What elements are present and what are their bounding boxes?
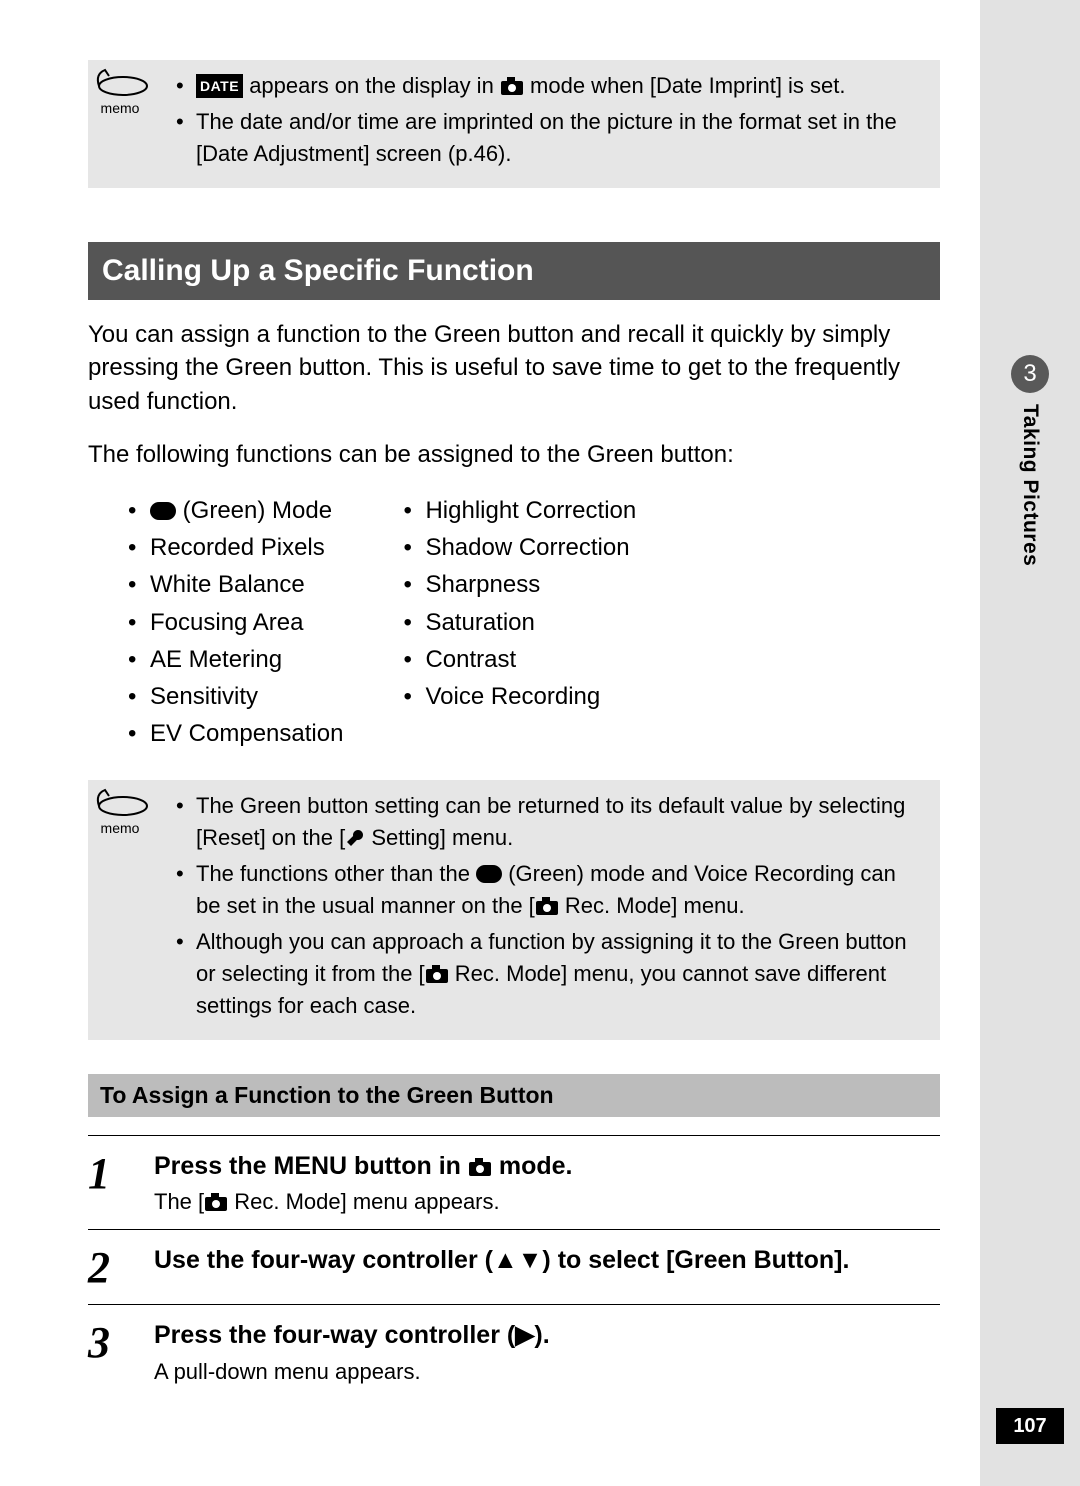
camera-icon xyxy=(425,964,449,984)
function-list-left: (Green) Mode Recorded Pixels White Balan… xyxy=(128,492,343,752)
side-tab-strip: 3 Taking Pictures 107 xyxy=(980,0,1080,1486)
memo-label: memo xyxy=(101,100,140,116)
list-item: Contrast xyxy=(403,641,636,678)
step-description: The [ Rec. Mode] menu appears. xyxy=(154,1189,936,1215)
camera-icon xyxy=(468,1157,492,1177)
sub-heading: To Assign a Function to the Green Button xyxy=(88,1074,940,1117)
memo-icon: memo xyxy=(84,786,156,838)
list-item: AE Metering xyxy=(128,641,343,678)
list-item: Highlight Correction xyxy=(403,492,636,529)
memo-top-item-1: DATE appears on the display in mode when… xyxy=(176,70,920,102)
function-list-right: Highlight Correction Shadow Correction S… xyxy=(403,492,636,752)
list-item: White Balance xyxy=(128,566,343,603)
step-number: 3 xyxy=(88,1319,154,1385)
memo-box-middle: memo The Green button setting can be ret… xyxy=(88,780,940,1039)
list-item: (Green) Mode xyxy=(128,492,343,529)
memo-mid-item-3: Although you can approach a function by … xyxy=(176,926,920,1022)
memo-mid-item-2: The functions other than the (Green) mod… xyxy=(176,858,920,922)
chapter-title-vertical: Taking Pictures xyxy=(1018,404,1042,566)
camera-icon xyxy=(500,76,524,96)
memo-mid-item-1: The Green button setting can be returned… xyxy=(176,790,920,854)
green-mode-icon xyxy=(476,865,502,883)
step-title: Press the four-way controller (▶). xyxy=(154,1319,936,1353)
step-number: 2 xyxy=(88,1244,154,1290)
memo-label: memo xyxy=(101,820,140,836)
memo-top-item-2: The date and/or time are imprinted on th… xyxy=(176,106,920,170)
step-2: 2 Use the four-way controller (▲▼) to se… xyxy=(88,1229,940,1304)
page-number-box: 107 xyxy=(996,1408,1064,1444)
memo-icon: memo xyxy=(84,66,156,118)
list-item: Voice Recording xyxy=(403,678,636,715)
step-number: 1 xyxy=(88,1150,154,1216)
section-heading: Calling Up a Specific Function xyxy=(88,242,940,300)
camera-icon xyxy=(204,1192,228,1212)
step-1: 1 Press the MENU button in mode. The [ R… xyxy=(88,1135,940,1230)
date-badge-icon: DATE xyxy=(196,74,243,98)
step-3: 3 Press the four-way controller (▶). A p… xyxy=(88,1304,940,1399)
list-item: Focusing Area xyxy=(128,604,343,641)
function-list-columns: (Green) Mode Recorded Pixels White Balan… xyxy=(88,492,940,752)
list-item: EV Compensation xyxy=(128,715,343,752)
intro-paragraph-2: The following functions can be assigned … xyxy=(88,438,940,472)
list-item: Recorded Pixels xyxy=(128,529,343,566)
chapter-number-badge: 3 xyxy=(1011,355,1049,393)
step-title: Use the four-way controller (▲▼) to sele… xyxy=(154,1244,936,1278)
step-title: Press the MENU button in mode. xyxy=(154,1150,936,1184)
step-description: A pull-down menu appears. xyxy=(154,1359,936,1385)
camera-icon xyxy=(535,896,559,916)
intro-paragraph-1: You can assign a function to the Green b… xyxy=(88,318,940,419)
green-mode-icon xyxy=(150,502,176,520)
list-item: Sensitivity xyxy=(128,678,343,715)
chapter-number: 3 xyxy=(1023,360,1036,388)
list-item: Sharpness xyxy=(403,566,636,603)
list-item: Shadow Correction xyxy=(403,529,636,566)
page-number: 107 xyxy=(1013,1415,1046,1438)
memo-box-top: memo DATE appears on the display in mode… xyxy=(88,60,940,188)
list-item: Saturation xyxy=(403,604,636,641)
wrench-icon xyxy=(345,828,365,848)
